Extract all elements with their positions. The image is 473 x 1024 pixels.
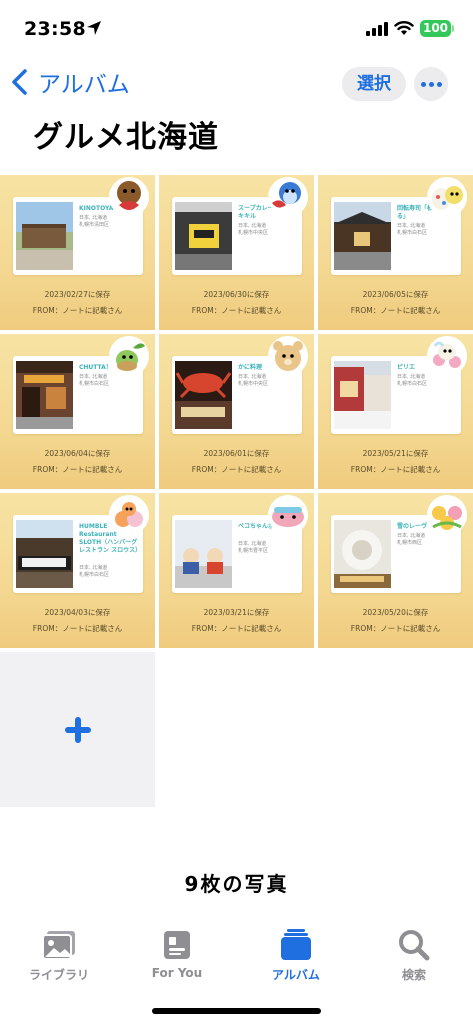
photo-thumbnail bbox=[175, 361, 232, 429]
place-address-city: 札幌市中央区 bbox=[238, 230, 269, 236]
location-arrow-icon bbox=[87, 21, 101, 35]
saved-date: 2023/06/04に保存 bbox=[44, 449, 111, 458]
home-indicator[interactable] bbox=[152, 1008, 321, 1014]
photo-thumbnail bbox=[175, 520, 232, 588]
from-label: FROM：ノートに記載さん bbox=[350, 306, 441, 315]
place-address-country: 日本, 北海道 bbox=[238, 223, 267, 229]
place-address-city: 札幌市白石区 bbox=[79, 572, 110, 578]
photo-tile[interactable]: CHUTTA！ 日本, 北海道 札幌市白石区 2023/06/04に保存 FRO… bbox=[0, 334, 155, 489]
back-button-label: アルバム bbox=[38, 72, 130, 98]
pokemon-sticker-icon bbox=[268, 177, 308, 217]
tab-search[interactable]: 検索 bbox=[369, 928, 459, 983]
saved-date: 2023/06/05に保存 bbox=[362, 290, 429, 299]
place-address-city: 札幌市白石区 bbox=[397, 230, 428, 236]
battery-indicator: 100 bbox=[420, 20, 451, 37]
photo-tile[interactable]: ペコちゃんポコちゃん 日本, 北海道 札幌市豊平区 2023/03/21に保存 … bbox=[159, 493, 314, 648]
more-options-button[interactable] bbox=[414, 67, 448, 101]
from-label: FROM：ノートに記載さん bbox=[32, 465, 123, 474]
place-address-country: 日本, 北海道 bbox=[397, 223, 426, 229]
photo-thumbnail bbox=[16, 202, 73, 270]
from-label: FROM：ノートに記載さん bbox=[191, 306, 282, 315]
pokemon-sticker-icon bbox=[427, 177, 467, 217]
photo-thumbnail bbox=[334, 361, 391, 429]
photo-tile[interactable]: KINOTOYA FARM 日本, 北海道 札幌市清田区 2023/02/27に… bbox=[0, 175, 155, 330]
tab-for-you[interactable]: For You bbox=[132, 928, 222, 980]
status-time: 23:58 bbox=[24, 18, 86, 40]
tab-albums[interactable]: アルバム bbox=[251, 928, 341, 983]
pokemon-sticker-icon bbox=[427, 495, 467, 535]
wifi-icon bbox=[394, 21, 414, 35]
pokemon-sticker-icon bbox=[109, 336, 149, 376]
photo-tile[interactable]: スープカレートムトムキキル 日本, 北海道 札幌市中央区 2023/06/30に… bbox=[159, 175, 314, 330]
photo-thumbnail bbox=[334, 202, 391, 270]
photo-thumbnail bbox=[334, 520, 391, 588]
saved-date: 2023/02/27に保存 bbox=[44, 290, 111, 299]
place-address-city: 札幌市白石区 bbox=[79, 381, 110, 387]
tab-library[interactable]: ライブラリ bbox=[14, 928, 104, 983]
saved-date: 2023/05/21に保存 bbox=[362, 449, 429, 458]
photo-thumbnail bbox=[175, 202, 232, 270]
photo-tile[interactable]: かに料理 日本, 北海道 札幌市中央区 2023/06/01に保存 FROM：ノ… bbox=[159, 334, 314, 489]
photo-tile[interactable]: 雪のレーヴ 日本, 北海道 札幌市西区 2023/05/20に保存 FROM：ノ… bbox=[318, 493, 473, 648]
add-photo-button[interactable] bbox=[0, 652, 155, 807]
saved-date: 2023/03/21に保存 bbox=[203, 608, 270, 617]
photo-count: 9枚の写真 bbox=[184, 872, 289, 896]
pokemon-sticker-icon bbox=[109, 177, 149, 217]
pokemon-sticker-icon bbox=[109, 495, 149, 535]
photo-thumbnail bbox=[16, 520, 73, 588]
photo-tile[interactable]: HUMBLE Restaurant SLOTH（ハンバーグレストラン スロウス）… bbox=[0, 493, 155, 648]
from-label: FROM：ノートに記載さん bbox=[350, 465, 441, 474]
from-label: FROM：ノートに記載さん bbox=[32, 306, 123, 315]
cellular-signal-icon bbox=[366, 22, 388, 36]
plus-icon bbox=[64, 716, 91, 743]
select-button[interactable]: 選択 bbox=[342, 67, 406, 101]
status-bar: 23:58 100 bbox=[0, 0, 473, 58]
from-label: FROM：ノートに記載さん bbox=[32, 624, 123, 633]
photo-thumbnail bbox=[16, 361, 73, 429]
tab-albums-label: アルバム bbox=[272, 968, 320, 982]
photo-tile[interactable]: ピリエ 日本, 北海道 札幌市白石区 2023/05/21に保存 FROM：ノー… bbox=[318, 334, 473, 489]
pokemon-sticker-icon bbox=[427, 336, 467, 376]
ellipsis-icon bbox=[420, 81, 426, 87]
place-address-city: 札幌市清田区 bbox=[79, 222, 110, 228]
from-label: FROM：ノートに記載さん bbox=[191, 624, 282, 633]
place-address-city: 札幌市中央区 bbox=[238, 381, 269, 387]
from-label: FROM：ノートに記載さん bbox=[350, 624, 441, 633]
saved-date: 2023/06/01に保存 bbox=[203, 449, 270, 458]
tab-library-label: ライブラリ bbox=[28, 968, 89, 982]
photo-tile[interactable]: 回転寿司「根室 花まる」 日本, 北海道 札幌市白石区 2023/06/05に保… bbox=[318, 175, 473, 330]
tab-for-you-label: For You bbox=[151, 966, 203, 980]
from-label: FROM：ノートに記載さん bbox=[191, 465, 282, 474]
tab-search-label: 検索 bbox=[401, 968, 426, 982]
chevron-left-icon bbox=[12, 69, 27, 95]
albums-icon bbox=[281, 929, 311, 960]
saved-date: 2023/04/03に保存 bbox=[44, 608, 111, 617]
place-address-city: 札幌市西区 bbox=[397, 540, 423, 546]
place-address-city: 札幌市豊平区 bbox=[238, 548, 269, 554]
saved-date: 2023/05/20に保存 bbox=[362, 608, 429, 617]
place-address-country: 日本, 北海道 bbox=[238, 541, 267, 547]
place-address-city: 札幌市白石区 bbox=[397, 381, 428, 387]
search-icon bbox=[399, 930, 430, 961]
place-address-country: 日本, 北海道 bbox=[79, 565, 108, 571]
back-button[interactable]: アルバム bbox=[10, 64, 130, 100]
photo-library-icon bbox=[42, 931, 75, 960]
saved-date: 2023/06/30に保存 bbox=[203, 290, 270, 299]
battery-tip bbox=[452, 25, 454, 32]
for-you-icon bbox=[164, 931, 190, 959]
pokemon-sticker-icon bbox=[268, 336, 308, 376]
pokemon-sticker-icon bbox=[268, 495, 308, 535]
album-title: グルメ北海道 bbox=[33, 120, 219, 155]
